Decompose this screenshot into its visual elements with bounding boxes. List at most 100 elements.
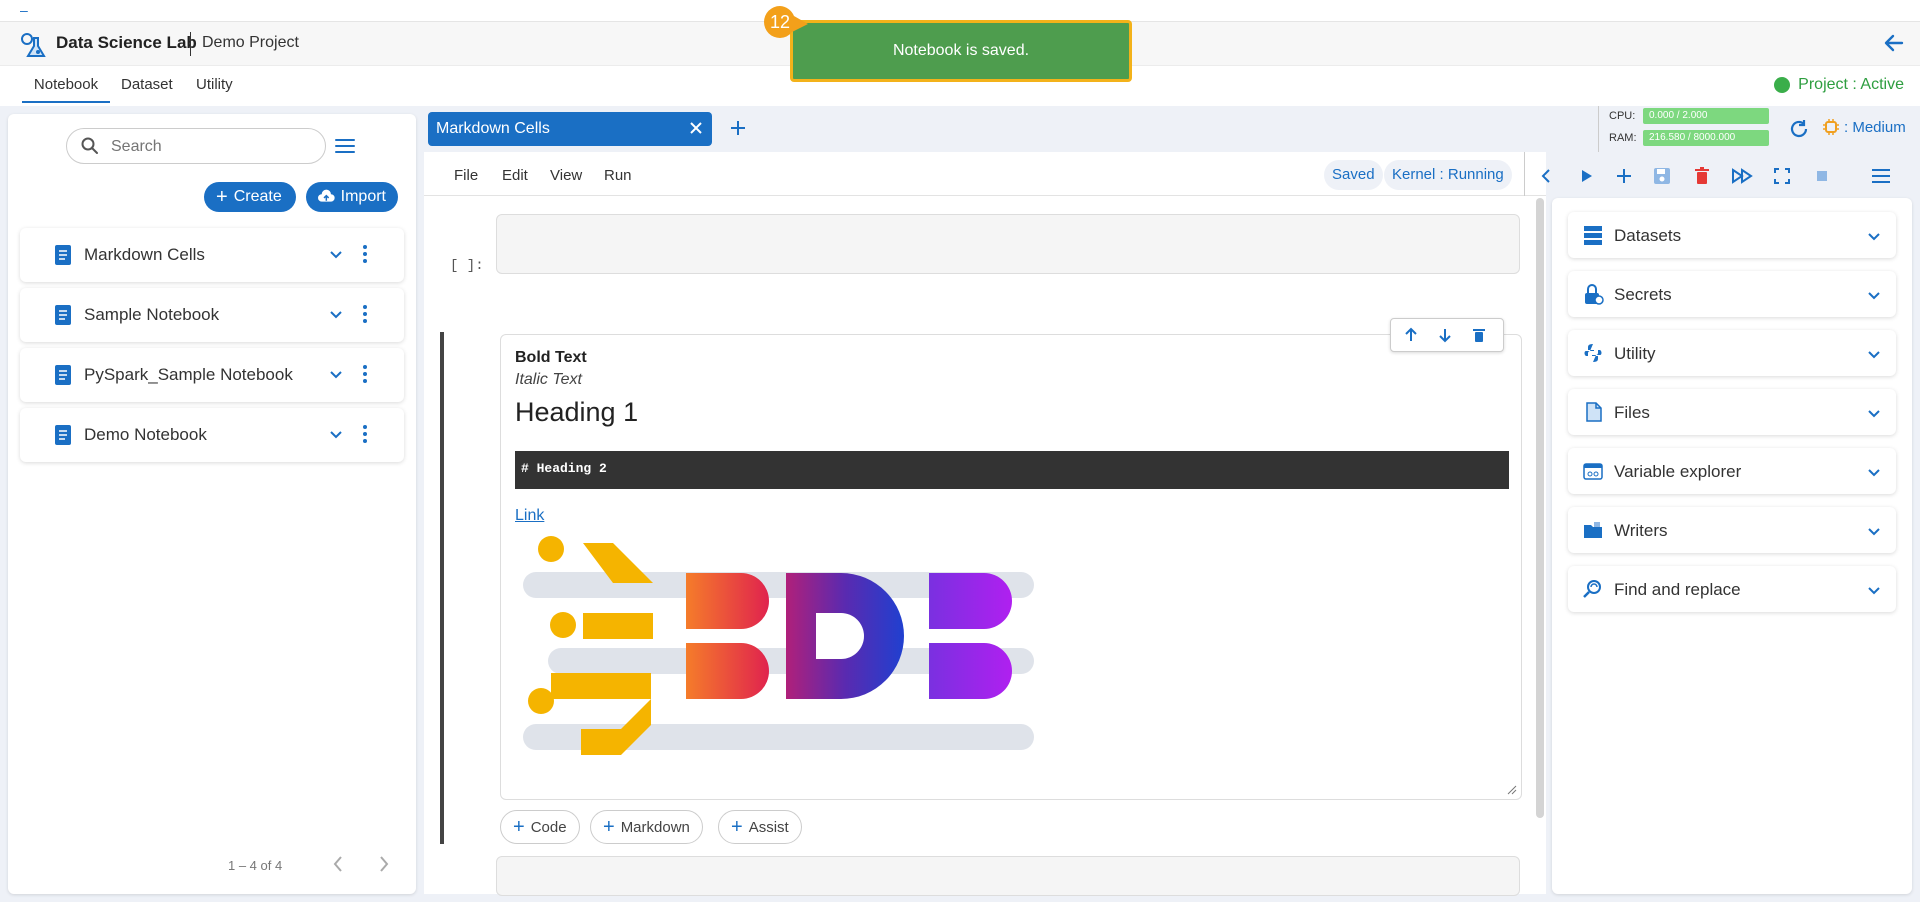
header-divider xyxy=(190,32,191,56)
empty-code-cell[interactable] xyxy=(496,214,1520,274)
chevron-right-icon[interactable] xyxy=(376,854,392,874)
add-assist-cell-button[interactable]: + Assist xyxy=(718,810,802,844)
add-code-cell-button[interactable]: + Code xyxy=(500,810,580,844)
toolbar-separator xyxy=(1524,152,1525,196)
markdown-cell[interactable]: Bold Text Italic Text Heading 1 # Headin… xyxy=(500,334,1522,800)
chevron-down-icon xyxy=(1868,351,1880,359)
nav-tab-notebook[interactable]: Notebook xyxy=(22,76,110,103)
panel-menu-icon[interactable] xyxy=(1870,166,1892,186)
plus-icon: + xyxy=(216,186,228,208)
md-heading-1: Heading 1 xyxy=(515,397,639,427)
notebook-doc-icon xyxy=(55,305,71,325)
md-link[interactable]: Link xyxy=(515,507,544,525)
section-utility[interactable]: Utility xyxy=(1568,330,1896,376)
import-button[interactable]: Import xyxy=(306,182,398,212)
chevron-down-icon xyxy=(1868,587,1880,595)
editor-toolbar: File Edit View Run Saved Kernel : Runnin… xyxy=(424,152,1546,196)
run-cell-icon[interactable] xyxy=(1576,166,1596,186)
section-datasets[interactable]: Datasets xyxy=(1568,212,1896,258)
section-variable-explorer[interactable]: Variable explorer xyxy=(1568,448,1896,494)
menu-view[interactable]: View xyxy=(550,167,582,184)
kebab-menu-icon[interactable] xyxy=(362,424,368,444)
notebook-item[interactable]: PySpark_Sample Notebook xyxy=(20,348,404,402)
cloud-upload-icon xyxy=(318,189,335,202)
open-notebook-tab[interactable]: Markdown Cells xyxy=(428,112,712,146)
add-cell-icon[interactable] xyxy=(1614,166,1634,186)
cell-action-bar xyxy=(1390,318,1504,352)
close-icon[interactable] xyxy=(688,120,704,136)
kebab-menu-icon[interactable] xyxy=(362,244,368,264)
menu-file[interactable]: File xyxy=(454,167,478,184)
chevron-down-icon[interactable] xyxy=(328,246,344,262)
notebook-doc-icon xyxy=(55,425,71,445)
section-writers[interactable]: Writers xyxy=(1568,507,1896,553)
plus-icon: + xyxy=(603,815,615,838)
notebook-item[interactable]: Demo Notebook xyxy=(20,408,404,462)
section-label: Find and replace xyxy=(1614,580,1741,599)
search-box[interactable] xyxy=(66,128,326,164)
notebook-doc-icon xyxy=(55,245,71,265)
chevron-down-icon[interactable] xyxy=(328,306,344,322)
kebab-menu-icon[interactable] xyxy=(362,364,368,384)
resize-handle-icon[interactable] xyxy=(1507,785,1517,795)
section-find-replace[interactable]: Find and replace xyxy=(1568,566,1896,612)
section-label: Utility xyxy=(1614,344,1656,363)
menu-run[interactable]: Run xyxy=(604,167,632,184)
trash-icon[interactable] xyxy=(1471,327,1487,343)
next-cell[interactable] xyxy=(496,856,1520,896)
ram-bar: 216.580 / 8000.000 xyxy=(1643,130,1769,146)
execution-count: [ ]: xyxy=(450,258,484,274)
nav-tab-utility[interactable]: Utility xyxy=(196,76,233,93)
fullscreen-icon[interactable] xyxy=(1772,166,1792,186)
plus-icon: + xyxy=(513,815,525,838)
lab-flask-icon xyxy=(21,33,46,57)
save-icon[interactable] xyxy=(1652,166,1672,186)
variable-window-icon xyxy=(1583,463,1603,480)
search-input[interactable] xyxy=(111,135,311,159)
section-secrets[interactable]: Secrets xyxy=(1568,271,1896,317)
step-badge-number: 12 xyxy=(770,12,790,32)
menu-edit[interactable]: Edit xyxy=(502,167,528,184)
move-up-icon[interactable] xyxy=(1403,327,1419,343)
chevron-down-icon xyxy=(1868,410,1880,418)
chevron-left-icon[interactable] xyxy=(330,854,346,874)
chevron-down-icon xyxy=(1868,233,1880,241)
top-strip: – xyxy=(0,0,1920,22)
add-markdown-cell-button[interactable]: + Markdown xyxy=(590,810,703,844)
nav-tab-dataset[interactable]: Dataset xyxy=(121,76,173,93)
create-button[interactable]: + Create xyxy=(204,182,296,212)
move-down-icon[interactable] xyxy=(1437,327,1453,343)
chevron-down-icon xyxy=(1868,469,1880,477)
section-label: Secrets xyxy=(1614,285,1672,304)
run-all-icon[interactable] xyxy=(1730,166,1756,186)
compute-size[interactable]: : Medium xyxy=(1822,118,1906,136)
import-label: Import xyxy=(340,188,386,205)
project-status-label: Project : Active xyxy=(1798,76,1904,93)
section-files[interactable]: Files xyxy=(1568,389,1896,435)
stop-icon[interactable] xyxy=(1812,166,1832,186)
add-tab-icon[interactable] xyxy=(728,118,748,138)
file-icon xyxy=(1586,402,1602,422)
compute-size-label: : Medium xyxy=(1844,118,1906,136)
project-name: Demo Project xyxy=(202,34,299,51)
toast-message: Notebook is saved. xyxy=(892,42,1030,59)
kernel-status: Kernel : Running xyxy=(1384,160,1512,190)
notebook-item[interactable]: Markdown Cells xyxy=(20,228,404,282)
section-label: Writers xyxy=(1614,521,1668,540)
list-menu-icon[interactable] xyxy=(334,136,356,156)
editor-scrollbar[interactable] xyxy=(1536,198,1544,818)
ram-label: RAM: xyxy=(1609,132,1637,144)
chevron-down-icon xyxy=(1868,292,1880,300)
back-arrow-icon[interactable] xyxy=(1882,31,1906,55)
add-code-label: Code xyxy=(530,818,567,836)
chevron-left-icon[interactable] xyxy=(1536,166,1556,186)
kebab-menu-icon[interactable] xyxy=(362,304,368,324)
refresh-icon[interactable] xyxy=(1788,118,1810,140)
lock-icon xyxy=(1585,284,1604,305)
chevron-down-icon[interactable] xyxy=(328,426,344,442)
open-tab-label: Markdown Cells xyxy=(436,120,550,137)
chevron-down-icon[interactable] xyxy=(328,366,344,382)
notebook-item[interactable]: Sample Notebook xyxy=(20,288,404,342)
delete-cell-icon[interactable] xyxy=(1692,166,1712,186)
saved-status: Saved xyxy=(1324,160,1383,190)
